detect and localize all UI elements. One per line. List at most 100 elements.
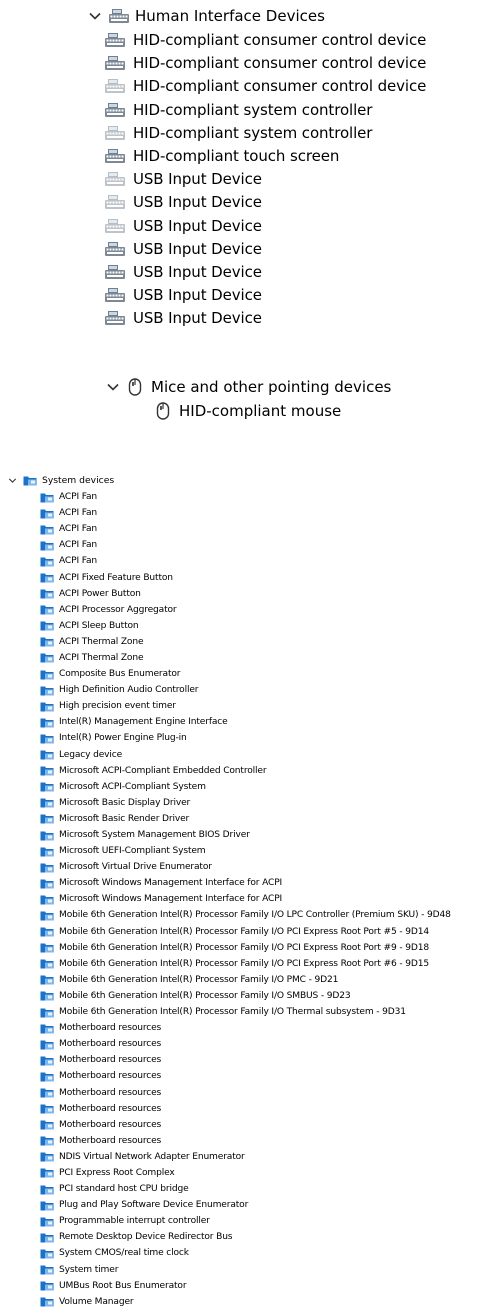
- device-label: USB Input Device: [133, 216, 262, 235]
- tree-item-acpi-fan[interactable]: ACPI Fan: [40, 537, 451, 553]
- tree-item-acpi-thermal-zone[interactable]: ACPI Thermal Zone: [40, 634, 451, 650]
- device-label: ACPI Fan: [59, 524, 97, 535]
- system-folder-icon: [40, 847, 54, 857]
- tree-item-hid-compliant-mouse[interactable]: HID-compliant mouse: [156, 400, 341, 422]
- tree-item-system-cmos-real-time-clock[interactable]: System CMOS/real time clock: [40, 1245, 451, 1261]
- tree-item-plug-and-play-software-device-enumerator[interactable]: Plug and Play Software Device Enumerator: [40, 1197, 451, 1213]
- device-label: Microsoft Virtual Drive Enumerator: [59, 862, 212, 873]
- tree-item-acpi-fan[interactable]: ACPI Fan: [40, 489, 451, 505]
- tree-item-intel-r-management-engine-interface[interactable]: Intel(R) Management Engine Interface: [40, 714, 451, 730]
- category-label: Mice and other pointing devices: [151, 378, 392, 396]
- keyboard-device-icon: [105, 288, 125, 303]
- device-label: USB Input Device: [133, 239, 262, 258]
- tree-item-microsoft-windows-management-interface-for-acpi[interactable]: Microsoft Windows Management Interface f…: [40, 875, 451, 891]
- tree-item-motherboard-resources[interactable]: Motherboard resources: [40, 1020, 451, 1036]
- tree-item-motherboard-resources[interactable]: Motherboard resources: [40, 1117, 451, 1133]
- device-label: Plug and Play Software Device Enumerator: [59, 1200, 249, 1211]
- device-label: Motherboard resources: [59, 1135, 162, 1146]
- tree-item-hid-compliant-system-controller[interactable]: HID-compliant system controller: [104, 99, 372, 121]
- tree-item-mobile-6th-generation-intel-r-processor-family-i-o-lpc-controller-premium-sku-9d48[interactable]: Mobile 6th Generation Intel(R) Processor…: [40, 907, 451, 923]
- chevron-down-icon[interactable]: [8, 476, 17, 485]
- tree-item-intel-r-power-engine-plug-in[interactable]: Intel(R) Power Engine Plug-in: [40, 730, 451, 746]
- tree-item-usb-input-device[interactable]: USB Input Device: [104, 191, 262, 213]
- tree-item-system-timer[interactable]: System timer: [40, 1262, 451, 1278]
- tree-item-hid-compliant-system-controller[interactable]: HID-compliant system controller: [104, 122, 372, 144]
- tree-item-pci-express-root-complex[interactable]: PCI Express Root Complex: [40, 1165, 451, 1181]
- system-folder-icon: [40, 573, 54, 583]
- tree-item-acpi-fixed-feature-button[interactable]: ACPI Fixed Feature Button: [40, 569, 451, 585]
- tree-item-acpi-fan[interactable]: ACPI Fan: [40, 521, 451, 537]
- tree-item-mobile-6th-generation-intel-r-processor-family-i-o-thermal-subsystem-9d31[interactable]: Mobile 6th Generation Intel(R) Processor…: [40, 1004, 451, 1020]
- tree-item-umbus-root-bus-enumerator[interactable]: UMBus Root Bus Enumerator: [40, 1278, 451, 1294]
- tree-item-acpi-sleep-button[interactable]: ACPI Sleep Button: [40, 618, 451, 634]
- tree-item-usb-input-device[interactable]: USB Input Device: [104, 238, 262, 260]
- device-label: HID-compliant consumer control device: [133, 31, 427, 49]
- device-label: ACPI Fixed Feature Button: [59, 572, 173, 583]
- system-folder-icon: [40, 670, 54, 680]
- tree-item-microsoft-basic-display-driver[interactable]: Microsoft Basic Display Driver: [40, 795, 451, 811]
- tree-item-mobile-6th-generation-intel-r-processor-family-i-o-smbus-9d23[interactable]: Mobile 6th Generation Intel(R) Processor…: [40, 988, 451, 1004]
- tree-item-high-definition-audio-controller[interactable]: High Definition Audio Controller: [40, 682, 451, 698]
- device-label: Microsoft Windows Management Interface f…: [59, 894, 283, 905]
- tree-item-motherboard-resources[interactable]: Motherboard resources: [40, 1133, 451, 1149]
- tree-item-hid-compliant-consumer-control-device[interactable]: HID-compliant consumer control device: [104, 29, 426, 51]
- tree-node-human-interface-devices[interactable]: Human Interface Devices: [88, 6, 325, 26]
- tree-item-high-precision-event-timer[interactable]: High precision event timer: [40, 698, 451, 714]
- tree-item-microsoft-acpi-compliant-system[interactable]: Microsoft ACPI-Compliant System: [40, 779, 451, 795]
- tree-item-usb-input-device[interactable]: USB Input Device: [104, 215, 262, 237]
- tree-item-hid-compliant-consumer-control-device[interactable]: HID-compliant consumer control device: [104, 75, 426, 97]
- tree-item-microsoft-virtual-drive-enumerator[interactable]: Microsoft Virtual Drive Enumerator: [40, 859, 451, 875]
- tree-item-microsoft-basic-render-driver[interactable]: Microsoft Basic Render Driver: [40, 811, 451, 827]
- tree-item-ndis-virtual-network-adapter-enumerator[interactable]: NDIS Virtual Network Adapter Enumerator: [40, 1149, 451, 1165]
- system-devices-category-section: System devices ACPI Fan ACPI Fan ACPI Fan A…: [0, 470, 481, 1307]
- system-folder-icon: [40, 1056, 54, 1066]
- tree-item-programmable-interrupt-controller[interactable]: Programmable interrupt controller: [40, 1213, 451, 1229]
- chevron-down-icon[interactable]: [106, 380, 120, 394]
- tree-item-hid-compliant-consumer-control-device[interactable]: HID-compliant consumer control device: [104, 52, 426, 74]
- keyboard-device-icon: [105, 125, 125, 140]
- tree-item-remote-desktop-device-redirector-bus[interactable]: Remote Desktop Device Redirector Bus: [40, 1229, 451, 1245]
- mice-category-section: Mice and other pointing devices HID-comp…: [0, 370, 481, 425]
- tree-item-usb-input-device[interactable]: USB Input Device: [104, 284, 262, 306]
- tree-item-hid-compliant-touch-screen[interactable]: HID-compliant touch screen: [104, 145, 339, 167]
- tree-item-usb-input-device[interactable]: USB Input Device: [104, 261, 262, 283]
- device-label: Remote Desktop Device Redirector Bus: [59, 1232, 233, 1243]
- tree-item-microsoft-acpi-compliant-embedded-controller[interactable]: Microsoft ACPI-Compliant Embedded Contro…: [40, 763, 451, 779]
- system-folder-icon: [40, 1152, 54, 1162]
- tree-item-pci-standard-host-cpu-bridge[interactable]: PCI standard host CPU bridge: [40, 1181, 451, 1197]
- tree-item-acpi-processor-aggregator[interactable]: ACPI Processor Aggregator: [40, 602, 451, 618]
- tree-item-mobile-6th-generation-intel-r-processor-family-i-o-pci-express-root-port-5-9d14[interactable]: Mobile 6th Generation Intel(R) Processor…: [40, 924, 451, 940]
- device-label: Mobile 6th Generation Intel(R) Processor…: [59, 974, 339, 985]
- tree-item-usb-input-device[interactable]: USB Input Device: [104, 168, 262, 190]
- system-folder-icon: [40, 1168, 54, 1178]
- tree-item-acpi-fan[interactable]: ACPI Fan: [40, 553, 451, 569]
- tree-item-mobile-6th-generation-intel-r-processor-family-i-o-pmc-9d21[interactable]: Mobile 6th Generation Intel(R) Processor…: [40, 972, 451, 988]
- tree-node-mice-and-other-pointing-devices[interactable]: Mice and other pointing devices: [106, 376, 391, 398]
- tree-item-motherboard-resources[interactable]: Motherboard resources: [40, 1068, 451, 1084]
- tree-item-motherboard-resources[interactable]: Motherboard resources: [40, 1036, 451, 1052]
- system-folder-icon: [40, 653, 54, 663]
- tree-item-microsoft-windows-management-interface-for-acpi[interactable]: Microsoft Windows Management Interface f…: [40, 891, 451, 907]
- system-folder-icon: [40, 1088, 54, 1098]
- tree-item-motherboard-resources[interactable]: Motherboard resources: [40, 1052, 451, 1068]
- tree-item-acpi-fan[interactable]: ACPI Fan: [40, 505, 451, 521]
- chevron-down-icon[interactable]: [88, 9, 102, 23]
- tree-item-microsoft-system-management-bios-driver[interactable]: Microsoft System Management BIOS Driver: [40, 827, 451, 843]
- tree-item-motherboard-resources[interactable]: Motherboard resources: [40, 1101, 451, 1117]
- tree-item-mobile-6th-generation-intel-r-processor-family-i-o-pci-express-root-port-6-9d15[interactable]: Mobile 6th Generation Intel(R) Processor…: [40, 956, 451, 972]
- device-label: Mobile 6th Generation Intel(R) Processor…: [59, 958, 430, 969]
- tree-node-system-devices[interactable]: System devices: [8, 473, 114, 487]
- tree-item-microsoft-uefi-compliant-system[interactable]: Microsoft UEFI-Compliant System: [40, 843, 451, 859]
- tree-item-legacy-device[interactable]: Legacy device: [40, 747, 451, 763]
- tree-item-volume-manager[interactable]: Volume Manager: [40, 1294, 451, 1310]
- system-folder-icon: [40, 525, 54, 535]
- tree-item-acpi-thermal-zone[interactable]: ACPI Thermal Zone: [40, 650, 451, 666]
- system-folder-icon: [40, 991, 54, 1001]
- device-label: Mobile 6th Generation Intel(R) Processor…: [59, 910, 451, 921]
- device-label: Motherboard resources: [59, 1039, 162, 1050]
- tree-item-motherboard-resources[interactable]: Motherboard resources: [40, 1084, 451, 1100]
- tree-item-usb-input-device[interactable]: USB Input Device: [104, 307, 262, 329]
- tree-item-mobile-6th-generation-intel-r-processor-family-i-o-pci-express-root-port-9-9d18[interactable]: Mobile 6th Generation Intel(R) Processor…: [40, 940, 451, 956]
- tree-item-acpi-power-button[interactable]: ACPI Power Button: [40, 586, 451, 602]
- tree-item-composite-bus-enumerator[interactable]: Composite Bus Enumerator: [40, 666, 451, 682]
